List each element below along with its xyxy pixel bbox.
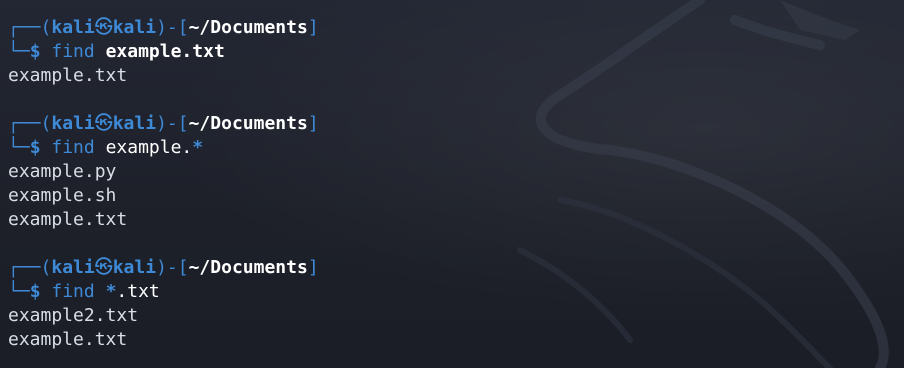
terminal-window[interactable]: ┌──(kali㉿kali)-[~/Documents] └─$ find exa… bbox=[0, 0, 904, 368]
prompt-user: kali bbox=[51, 257, 95, 278]
command-line: └─$ find example.* bbox=[8, 136, 319, 160]
command-arg: .txt bbox=[116, 281, 160, 302]
kali-at-icon: ㉿ bbox=[94, 17, 113, 38]
prompt-frame-close: ] bbox=[307, 257, 319, 278]
prompt-frame-mid: )-[ bbox=[156, 17, 189, 38]
prompt-corner: └─ bbox=[8, 281, 30, 302]
kali-at-icon: ㉿ bbox=[94, 257, 113, 278]
prompt-frame-open: ┌──( bbox=[8, 113, 52, 134]
prompt-dollar: $ bbox=[29, 41, 41, 62]
prompt-directory: ~/Documents bbox=[188, 17, 308, 38]
prompt-host: kali bbox=[112, 257, 157, 278]
command-arg: * bbox=[105, 281, 117, 302]
prompt-frame-close: ] bbox=[307, 17, 319, 38]
prompt-dollar: $ bbox=[29, 137, 41, 158]
prompt-user: kali bbox=[51, 17, 95, 38]
command-arg: example.txt bbox=[105, 41, 225, 62]
prompt-host: kali bbox=[112, 17, 157, 38]
prompt-header-line: ┌──(kali㉿kali)-[~/Documents] bbox=[8, 16, 319, 40]
prompt-directory: ~/Documents bbox=[188, 113, 308, 134]
prompt-user: kali bbox=[51, 113, 95, 134]
prompt-frame-mid: )-[ bbox=[156, 113, 189, 134]
prompt-frame-open: ┌──( bbox=[8, 17, 52, 38]
output-line: example2.txt bbox=[8, 305, 139, 326]
output-line: example.sh bbox=[8, 185, 117, 206]
output-line: example.txt bbox=[8, 65, 128, 86]
prompt-header-line: ┌──(kali㉿kali)-[~/Documents] bbox=[8, 112, 319, 136]
command-name: find bbox=[51, 137, 95, 158]
kali-at-icon: ㉿ bbox=[94, 113, 113, 134]
output-line: example.py bbox=[8, 161, 117, 182]
command-line: └─$ find *.txt bbox=[8, 280, 319, 304]
prompt-header-line: ┌──(kali㉿kali)-[~/Documents] bbox=[8, 256, 319, 280]
command-arg: * bbox=[192, 137, 204, 158]
prompt-frame-open: ┌──( bbox=[8, 257, 52, 278]
prompt-dollar: $ bbox=[29, 281, 41, 302]
output-line: example.txt bbox=[8, 209, 128, 230]
prompt-frame-mid: )-[ bbox=[156, 257, 189, 278]
prompt-corner: └─ bbox=[8, 41, 30, 62]
command-arg: example. bbox=[105, 137, 193, 158]
command-line: └─$ find example.txt bbox=[8, 40, 319, 64]
output-line: example.txt bbox=[8, 329, 128, 350]
command-name: find bbox=[51, 281, 95, 302]
prompt-frame-close: ] bbox=[307, 113, 319, 134]
terminal-output: ┌──(kali㉿kali)-[~/Documents] └─$ find exa… bbox=[8, 16, 319, 352]
prompt-corner: └─ bbox=[8, 137, 30, 158]
prompt-directory: ~/Documents bbox=[188, 257, 308, 278]
prompt-host: kali bbox=[112, 113, 157, 134]
command-name: find bbox=[51, 41, 95, 62]
